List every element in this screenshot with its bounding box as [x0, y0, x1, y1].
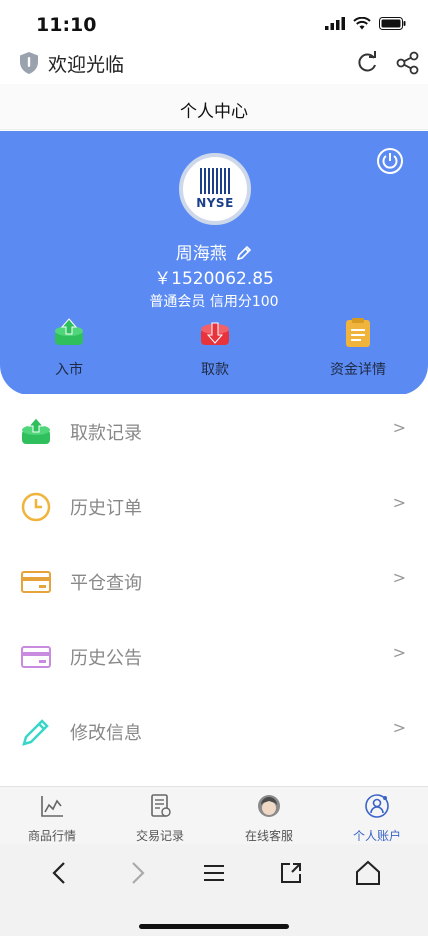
action-enter-market[interactable]: 入市 — [29, 317, 109, 379]
tabs-icon[interactable] — [276, 858, 306, 888]
tab-label: 商品行情 — [27, 829, 76, 843]
tab-label: 个人账户 — [352, 829, 401, 843]
menu-item-edit-info[interactable]: 修改信息 > — [0, 694, 428, 769]
account-icon — [365, 794, 389, 818]
status-bar: 11:10 — [0, 0, 428, 44]
tab-trade-records[interactable]: 交易记录 — [120, 793, 200, 844]
member-info: 普通会员 信用分100 — [149, 294, 279, 310]
tab-label: 在线客服 — [244, 829, 293, 843]
chevron-right-icon: > — [392, 493, 406, 512]
chevron-right-icon: > — [392, 643, 406, 662]
home-icon[interactable] — [353, 858, 383, 888]
chevron-right-icon: > — [392, 718, 406, 737]
tab-market[interactable]: 商品行情 — [12, 793, 92, 844]
profile-card: NYSE 周海燕 ￥1520062.85 普通会员 信用分100 入市 取款 资… — [0, 131, 428, 395]
fund-details-icon — [346, 318, 370, 347]
browser-toolbar — [0, 844, 428, 936]
menu-label: 修改信息 — [70, 723, 142, 744]
chevron-right-icon: > — [392, 418, 406, 437]
document-icon — [151, 794, 171, 817]
power-icon[interactable] — [376, 147, 404, 175]
back-icon[interactable] — [45, 858, 75, 888]
chevron-right-icon: > — [392, 568, 406, 587]
browser-bar: 欢迎光临 — [0, 44, 428, 84]
edit-icon[interactable] — [236, 245, 252, 261]
nyse-logo-bars — [200, 168, 230, 194]
wifi-icon — [353, 17, 371, 30]
avatar: NYSE — [179, 153, 251, 225]
user-name-row: 周海燕 — [0, 239, 428, 264]
card-icon — [21, 571, 51, 593]
service-avatar-icon — [258, 795, 280, 817]
tab-label: 交易记录 — [135, 829, 184, 843]
balance: ￥1520062.85 — [154, 269, 274, 289]
menu-label: 平仓查询 — [70, 573, 142, 594]
action-label: 取款 — [201, 362, 229, 378]
action-label: 入市 — [55, 362, 83, 378]
user-name: 周海燕 — [175, 244, 227, 264]
action-fund-details[interactable]: 资金详情 — [318, 317, 398, 379]
withdraw-record-icon — [22, 417, 50, 444]
card-icon — [21, 646, 51, 668]
page-title: 个人中心 — [180, 102, 248, 122]
signal-icon — [325, 17, 345, 30]
shield-icon — [20, 52, 38, 74]
nyse-logo-text: NYSE — [196, 196, 234, 210]
status-icons — [325, 17, 406, 30]
tab-personal-account[interactable]: 个人账户 — [337, 793, 417, 844]
tab-bar: 商品行情 交易记录 在线客服 个人账户 — [0, 786, 428, 844]
withdraw-icon — [201, 322, 229, 345]
status-time: 11:10 — [36, 14, 97, 36]
menu-label: 取款记录 — [70, 423, 142, 444]
reload-icon[interactable] — [354, 50, 380, 76]
menu-item-history-announcements[interactable]: 历史公告 > — [0, 619, 428, 694]
battery-icon — [379, 17, 406, 30]
share-icon[interactable] — [395, 50, 421, 76]
pencil-icon — [22, 719, 49, 746]
menu-item-history-orders[interactable]: 历史订单 > — [0, 469, 428, 544]
action-label: 资金详情 — [330, 362, 386, 378]
action-withdraw[interactable]: 取款 — [175, 317, 255, 379]
menu-item-close-position-query[interactable]: 平仓查询 > — [0, 544, 428, 619]
home-indicator — [139, 924, 289, 929]
enter-market-icon — [55, 318, 83, 345]
menu-item-withdraw-record[interactable]: 取款记录 > — [0, 394, 428, 469]
menu-icon[interactable] — [199, 858, 229, 888]
clock-icon — [21, 492, 51, 522]
menu-label: 历史订单 — [70, 498, 142, 519]
chart-icon — [41, 796, 63, 817]
page-header: 个人中心 — [0, 84, 428, 130]
menu-label: 历史公告 — [70, 648, 142, 669]
forward-icon[interactable] — [122, 858, 152, 888]
tab-online-service[interactable]: 在线客服 — [229, 793, 309, 844]
site-title: 欢迎光临 — [48, 54, 125, 76]
